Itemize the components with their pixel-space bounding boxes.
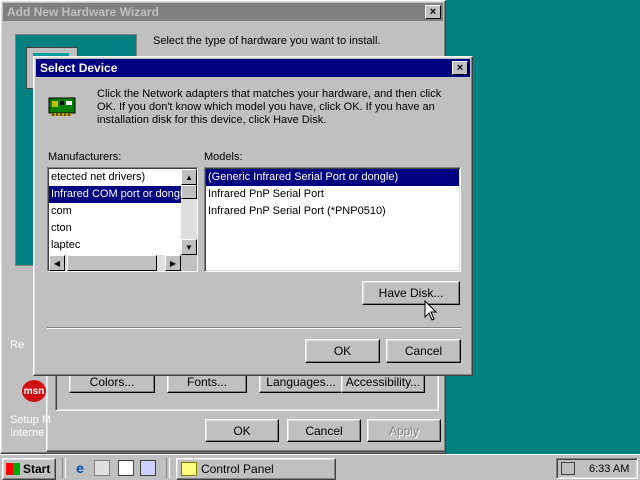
control-panel-icon xyxy=(181,462,197,476)
have-disk-button[interactable]: Have Disk... xyxy=(362,281,460,305)
dialog-divider xyxy=(47,327,461,329)
scroll-thumb[interactable] xyxy=(181,185,197,199)
tasks-divider xyxy=(166,458,170,478)
models-label: Models: xyxy=(204,151,243,163)
manufacturer-item[interactable]: com xyxy=(49,203,181,220)
manufacturers-vscrollbar[interactable]: ▲ ▼ xyxy=(181,169,197,255)
hscroll-thumb[interactable] xyxy=(67,255,157,271)
wizard-apply-button[interactable]: Apply xyxy=(367,419,441,442)
desktop-icon[interactable] xyxy=(118,460,134,476)
windows-logo-icon xyxy=(6,463,20,475)
scroll-up-button[interactable]: ▲ xyxy=(181,169,197,185)
manufacturer-item[interactable]: cton xyxy=(49,220,181,237)
model-item[interactable]: (Generic Infrared Serial Port or dongle) xyxy=(206,169,459,186)
desktop-partial-label-3: Interne xyxy=(10,427,45,439)
scroll-right-button[interactable]: ▶ xyxy=(165,255,181,271)
dialog-description: Click the Network adapters that matches … xyxy=(97,88,442,126)
manufacturer-item[interactable]: Infrared COM port or dongle) xyxy=(49,186,181,203)
scroll-left-button[interactable]: ◀ xyxy=(49,255,65,271)
start-button[interactable]: Start xyxy=(2,458,56,480)
manufacturer-item[interactable]: laptec xyxy=(49,237,181,254)
wizard-ok-button[interactable]: OK xyxy=(205,419,279,442)
channels-icon[interactable] xyxy=(140,460,156,476)
wizard-titlebar[interactable]: Add New Hardware Wizard xyxy=(3,3,443,21)
manufacturers-hscrollbar[interactable]: ◀ ▶ xyxy=(49,255,181,271)
desktop-partial-label-1: Re xyxy=(10,339,25,351)
wizard-instruction: Select the type of hardware you want to … xyxy=(153,35,381,47)
quicklaunch-divider xyxy=(62,458,66,478)
clock[interactable]: 6:33 AM xyxy=(589,463,629,475)
select-device-title: Select Device xyxy=(40,61,118,75)
task-control-panel[interactable]: Control Panel xyxy=(176,458,336,480)
system-tray: 6:33 AM xyxy=(556,458,638,479)
manufacturers-label: Manufacturers: xyxy=(48,151,122,163)
wizard-title: Add New Hardware Wizard xyxy=(7,5,159,19)
wizard-close-button[interactable]: × xyxy=(425,5,441,19)
network-adapter-icon xyxy=(48,95,78,117)
outlook-icon[interactable] xyxy=(94,460,110,476)
dialog-close-button[interactable]: × xyxy=(452,61,468,75)
manufacturers-list[interactable]: etected net drivers) Infrared COM port or… xyxy=(47,167,198,272)
mouse-cursor xyxy=(424,299,438,325)
select-device-titlebar[interactable]: Select Device xyxy=(36,59,470,77)
taskbar: Start e Control Panel 6:33 AM xyxy=(0,454,640,480)
ie-icon[interactable]: e xyxy=(72,460,88,476)
network-tray-icon[interactable] xyxy=(561,462,575,475)
models-list[interactable]: (Generic Infrared Serial Port or dongle)… xyxy=(204,167,461,272)
scroll-down-button[interactable]: ▼ xyxy=(181,239,197,255)
select-device-dialog: Select Device × Click the Network adapte… xyxy=(33,56,473,376)
msn-icon[interactable]: msn xyxy=(22,380,46,402)
desktop-partial-label-2: Setup M xyxy=(10,414,51,426)
dialog-ok-button[interactable]: OK xyxy=(305,339,380,363)
wizard-cancel-button[interactable]: Cancel xyxy=(287,419,361,442)
model-item[interactable]: Infrared PnP Serial Port (*PNP0510) xyxy=(206,203,459,220)
model-item[interactable]: Infrared PnP Serial Port xyxy=(206,186,459,203)
dialog-cancel-button[interactable]: Cancel xyxy=(386,339,461,363)
manufacturer-item[interactable]: etected net drivers) xyxy=(49,169,181,186)
